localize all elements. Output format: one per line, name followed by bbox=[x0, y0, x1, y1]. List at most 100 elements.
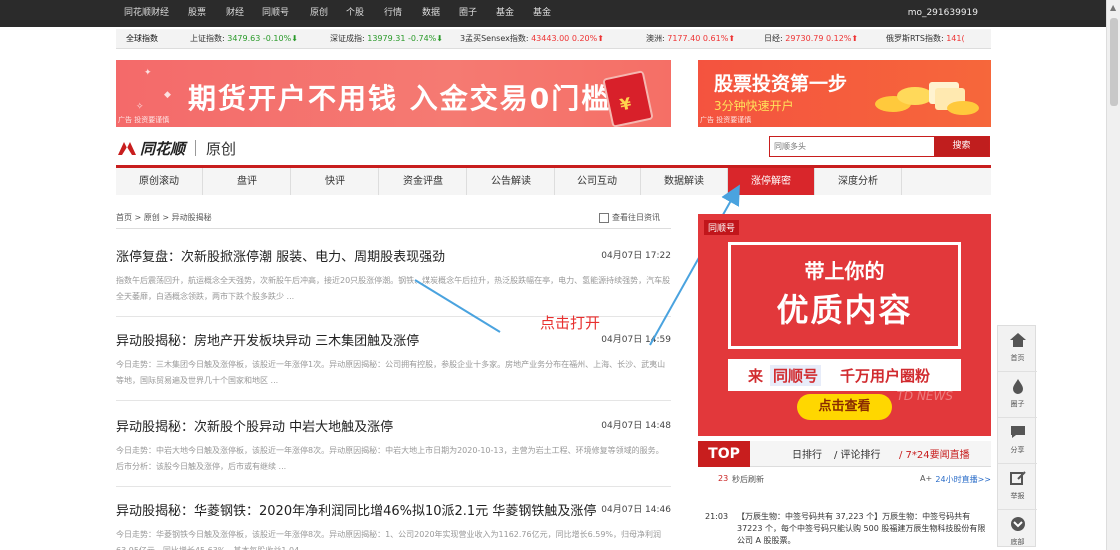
site-logo[interactable]: 同花顺 原创 bbox=[116, 137, 236, 159]
promo-frame: 带上你的 优质内容 bbox=[728, 242, 961, 349]
edit-icon bbox=[1009, 471, 1026, 485]
tab-quick-review[interactable]: 快评 bbox=[292, 168, 379, 195]
scroll-up-icon[interactable]: ▲ bbox=[1110, 3, 1116, 12]
article-summary: 今日走势：三木集团今日触及涨停板，该股近一年涨停1次。异动原因揭秘：公司拥有控股… bbox=[116, 360, 666, 385]
article-title[interactable]: 异动股揭秘：华菱钢铁：2020年净利润同比增46%拟10派2.1元 华菱钢铁触及… bbox=[116, 500, 671, 519]
ticker-item-shenzhen[interactable]: 深证成指: 13979.31 -0.74%⬇ bbox=[330, 29, 443, 49]
home-icon bbox=[1009, 333, 1026, 347]
banner-headline: 股票投资第一步 bbox=[714, 73, 848, 95]
banner-subline: 3分钟快速开户 bbox=[714, 99, 794, 113]
article-summary: 今日走势：华菱钢铁今日触及涨停板，该股近一年涨停8次。异动原因揭秘：1、公司20… bbox=[116, 530, 662, 550]
user-account[interactable]: mo_291639919 bbox=[908, 0, 978, 27]
top-badge: TOP bbox=[698, 441, 750, 467]
tab-live-news[interactable]: / 7*24要闻直播 bbox=[899, 446, 970, 461]
ad-label: 广告 投资要谨慎 bbox=[118, 116, 170, 124]
search-button[interactable]: 搜索 bbox=[934, 137, 989, 156]
scrollbar-thumb[interactable] bbox=[1110, 18, 1118, 106]
floating-sidebar: 首页 圈子 分享 举报 底部 bbox=[997, 325, 1037, 550]
ticker-pct: 0.12% bbox=[825, 34, 852, 43]
nav-link-market[interactable]: 行情 bbox=[384, 0, 402, 27]
ticker-name: 孟买Sensex指数: bbox=[465, 34, 529, 43]
flower-logo-icon bbox=[118, 142, 136, 155]
search-input[interactable] bbox=[770, 137, 934, 156]
arrow-down-icon: ⬇ bbox=[291, 34, 298, 43]
article-time: 04月07日 14:48 bbox=[601, 421, 671, 431]
ticker-item-rts[interactable]: 俄罗斯RTS指数: 141( bbox=[886, 29, 965, 49]
article-item: 异动股揭秘：房地产开发板块异动 三木集团触及涨停 04月07日 14:59 今日… bbox=[116, 330, 671, 401]
futures-ad-banner[interactable]: ✦ ◆ ✧ 期货开户不用钱 入金交易0门槛 ¥ 广告 投资要谨慎 bbox=[116, 60, 671, 127]
red-packet-icon: ¥ bbox=[602, 70, 654, 127]
nav-link-data[interactable]: 数据 bbox=[422, 0, 440, 27]
view-button[interactable]: 点击查看 bbox=[797, 394, 892, 420]
tab-daily-ranking[interactable]: 日排行 bbox=[792, 446, 822, 461]
ticker-label: 全球指数 bbox=[126, 34, 158, 43]
article-time: 04月07日 17:22 bbox=[601, 251, 671, 261]
nav-link-original[interactable]: 原创 bbox=[310, 0, 328, 27]
sidebar-share-button[interactable]: 分享 bbox=[998, 418, 1037, 464]
tab-data-interpretation[interactable]: 数据解读 bbox=[641, 168, 728, 195]
top-navigation-bar: 同花顺财经 股票 财经 同顺号 原创 个股 行情 数据 圈子 基金 基金 mo_… bbox=[0, 0, 1106, 27]
stock-account-ad-banner[interactable]: 股票投资第一步 3分钟快速开户 广告 投资要谨慎 bbox=[698, 60, 991, 127]
ticker-value: 29730.79 bbox=[785, 34, 824, 43]
yuan-icon: ¥ bbox=[618, 93, 634, 115]
breadcrumb[interactable]: 首页 > 原创 > 异动股揭秘 bbox=[116, 212, 212, 223]
tab-limit-up-decode[interactable]: 涨停解密 bbox=[728, 168, 815, 195]
nav-link-home[interactable]: 同花顺财经 bbox=[124, 0, 169, 27]
nav-link-stocks[interactable]: 股票 bbox=[188, 0, 206, 27]
history-label: 查看往日资讯 bbox=[612, 213, 660, 222]
page-scrollbar[interactable]: ▲ bbox=[1106, 0, 1120, 550]
ad-label: 广告 投资要谨慎 bbox=[700, 116, 752, 124]
ticker-item-nikkei[interactable]: 日经: 29730.79 0.12%⬆ bbox=[764, 29, 858, 49]
ticker-name: 俄罗斯RTS指数: bbox=[886, 34, 944, 43]
nav-link-tonghshun-hao[interactable]: 同顺号 bbox=[262, 0, 289, 27]
tab-market-review[interactable]: 盘评 bbox=[204, 168, 291, 195]
sidebar-bottom-button[interactable]: 底部 bbox=[998, 510, 1037, 550]
ticker-item-australia[interactable]: 澳洲: 7177.40 0.61%⬆ bbox=[646, 29, 735, 49]
global-index-ticker: 全球指数 上证指数: 3479.63 -0.10%⬇ 深证成指: 13979.3… bbox=[116, 29, 991, 49]
tab-original-scroll[interactable]: 原创滚动 bbox=[116, 168, 203, 195]
ticker-value: 13979.31 bbox=[367, 34, 406, 43]
nav-link-circle[interactable]: 圈子 bbox=[459, 0, 477, 27]
tab-deep-analysis[interactable]: 深度分析 bbox=[815, 168, 902, 195]
sidebar-label: 底部 bbox=[1010, 538, 1025, 546]
ticker-item-sensex[interactable]: 3孟买Sensex指数: 43443.00 0.20%⬆ bbox=[460, 29, 604, 49]
tab-capital-review[interactable]: 资金评盘 bbox=[380, 168, 467, 195]
sidebar-circle-button[interactable]: 圈子 bbox=[998, 372, 1037, 418]
ticker-name: 日经: bbox=[764, 34, 783, 43]
ticker-value: 3479.63 bbox=[227, 34, 261, 43]
promo-line1: 带上你的 bbox=[804, 259, 885, 283]
promo-strip: 来 同顺号 千万用户圈粉 bbox=[728, 359, 961, 391]
refresh-countdown: 23 bbox=[718, 474, 729, 483]
refresh-label: 秒后刷新 bbox=[732, 475, 764, 484]
nav-link-finance[interactable]: 财经 bbox=[226, 0, 244, 27]
sidebar-report-button[interactable]: 举报 bbox=[998, 464, 1037, 510]
article-title[interactable]: 涨停复盘：次新股掀涨停潮 服装、电力、周期股表现强劲 bbox=[116, 246, 671, 265]
arrow-down-icon: ⬇ bbox=[436, 34, 443, 43]
tab-announcement[interactable]: 公告解读 bbox=[468, 168, 555, 195]
history-link[interactable]: 查看往日资讯 bbox=[599, 212, 660, 223]
article-time: 04月07日 14:59 bbox=[601, 335, 671, 345]
ticker-item-shanghai[interactable]: 上证指数: 3479.63 -0.10%⬇ bbox=[190, 29, 298, 49]
live-more-link[interactable]: 24小时直播>> bbox=[935, 474, 991, 485]
decor-icon: ◆ bbox=[164, 90, 171, 100]
nav-link-fund-2[interactable]: 基金 bbox=[533, 0, 551, 27]
article-summary: 指数午后震荡回升，航运概念全天强势，次新股午后冲高，接近20只股涨停潮。钢铁、煤… bbox=[116, 276, 671, 301]
article-item: 涨停复盘：次新股掀涨停潮 服装、电力、周期股表现强劲 04月07日 17:22 … bbox=[116, 246, 671, 317]
promo-brand: 同顺号 bbox=[704, 220, 740, 235]
tab-company-interaction[interactable]: 公司互动 bbox=[554, 168, 641, 195]
sidebar-home-button[interactable]: 首页 bbox=[998, 326, 1037, 372]
tab-comment-ranking[interactable]: / 评论排行 bbox=[834, 446, 881, 461]
article-item: 异动股揭秘：华菱钢铁：2020年净利润同比增46%拟10派2.1元 华菱钢铁触及… bbox=[116, 500, 671, 550]
ranking-tabs: TOP 日排行 / 评论排行 / 7*24要闻直播 bbox=[698, 441, 991, 467]
tonghshun-hao-promo[interactable]: 同顺号 带上你的 优质内容 来 同顺号 千万用户圈粉 TD NEWS 点击查看 bbox=[698, 214, 991, 436]
logo-divider bbox=[195, 140, 197, 156]
nav-link-individual-stock[interactable]: 个股 bbox=[346, 0, 364, 27]
font-size-button[interactable]: A+ bbox=[920, 474, 932, 483]
decor-icon: ✦ bbox=[144, 68, 152, 78]
article-title[interactable]: 异动股揭秘：次新股个股异动 中岩大地触及涨停 bbox=[116, 416, 671, 435]
ticker-pct: -0.74% bbox=[407, 34, 437, 43]
ticker-pct: 0.61% bbox=[702, 34, 729, 43]
nav-link-fund-1[interactable]: 基金 bbox=[496, 0, 514, 27]
article-item: 异动股揭秘：次新股个股异动 中岩大地触及涨停 04月07日 14:48 今日走势… bbox=[116, 416, 671, 487]
news-status-row: 23 秒后刷新 A+ 24小时直播>> bbox=[698, 474, 991, 490]
